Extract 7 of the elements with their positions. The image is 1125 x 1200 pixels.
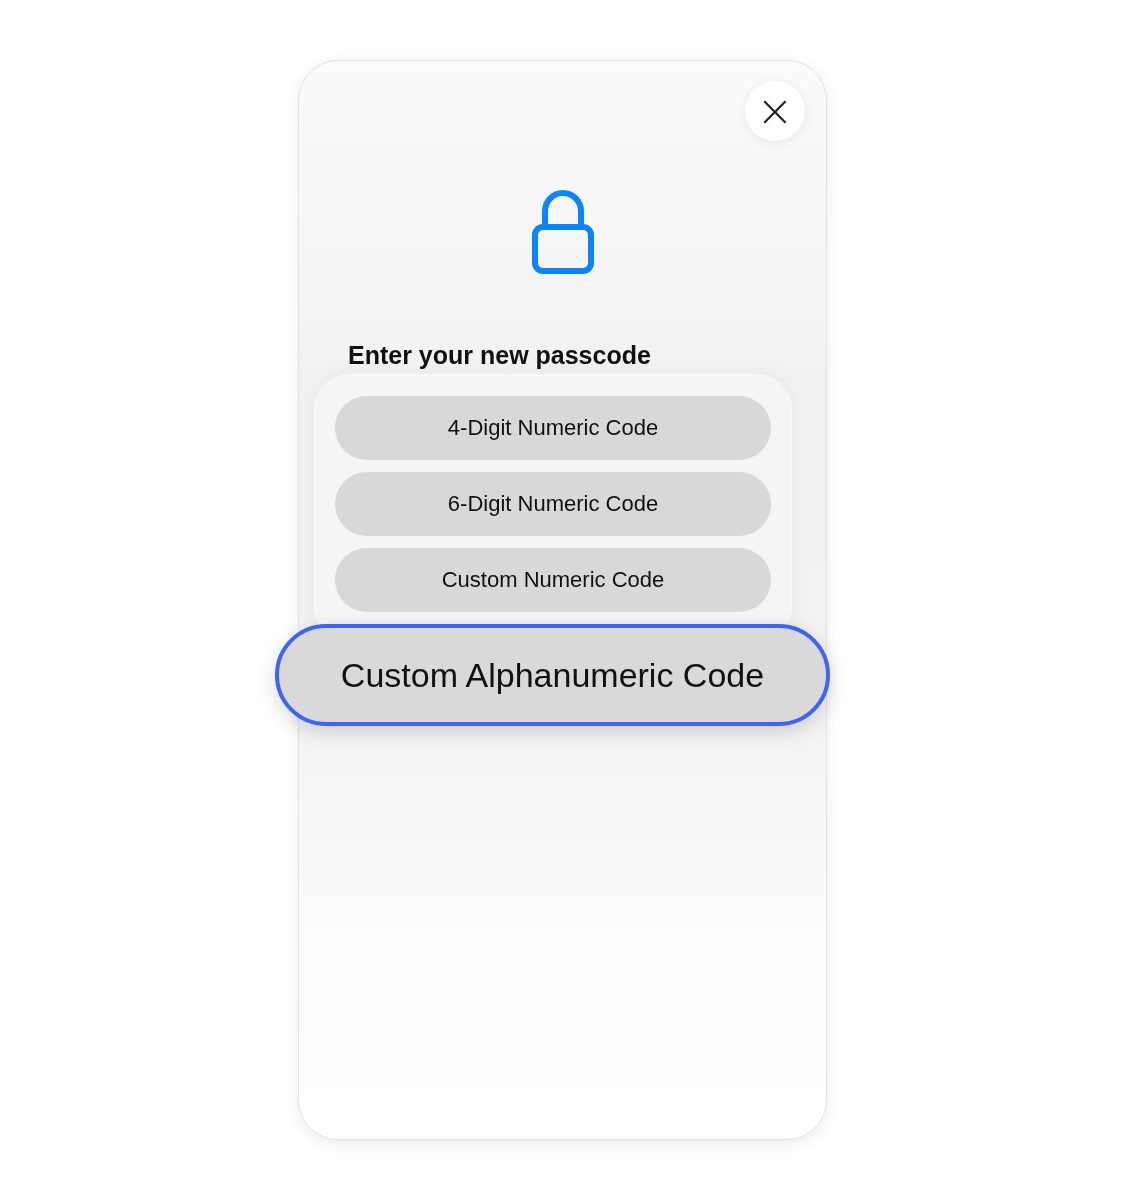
close-button[interactable]: × — [745, 81, 805, 141]
menu-option[interactable]: Custom Alphanumeric Code — [275, 624, 830, 726]
menu-option[interactable]: Custom Numeric Code — [335, 548, 771, 612]
menu-option[interactable]: 6-Digit Numeric Code — [335, 472, 771, 536]
menu-option[interactable]: 4-Digit Numeric Code — [335, 396, 771, 460]
lock-icon — [531, 187, 594, 275]
screen-title: Enter your new passcode — [348, 341, 651, 370]
